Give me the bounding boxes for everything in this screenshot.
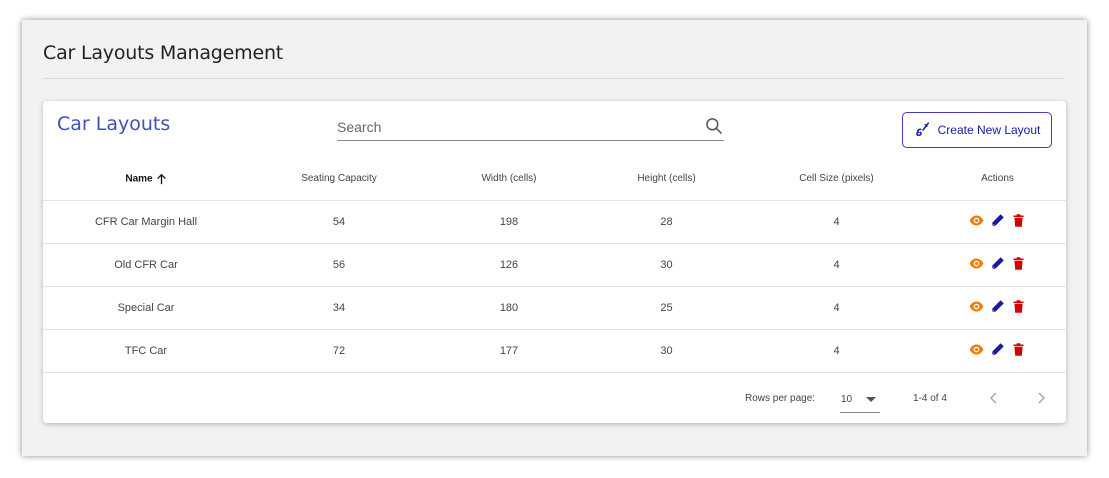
caret-down-icon xyxy=(866,397,876,402)
rows-per-page-label: Rows per page: xyxy=(745,393,816,404)
cell-width: 198 xyxy=(429,200,589,244)
cell-cell-size: 4 xyxy=(744,286,929,330)
cell-seating-capacity: 56 xyxy=(249,243,429,287)
cell-seating-capacity: 34 xyxy=(249,286,429,330)
pencil-icon[interactable] xyxy=(990,342,1005,357)
trash-icon[interactable] xyxy=(1011,213,1026,228)
trash-icon[interactable] xyxy=(1011,342,1026,357)
cell-name: Old CFR Car xyxy=(43,243,249,287)
pencil-icon[interactable] xyxy=(990,299,1005,314)
cell-width: 177 xyxy=(429,329,589,373)
search-icon[interactable] xyxy=(704,116,724,136)
cell-actions xyxy=(929,329,1066,373)
pencil-icon[interactable] xyxy=(990,256,1005,271)
cell-cell-size: 4 xyxy=(744,329,929,373)
broom-icon xyxy=(915,122,929,137)
rows-per-page-value: 10 xyxy=(841,394,853,405)
search-field xyxy=(337,113,724,141)
column-header-width[interactable]: Width (cells) xyxy=(429,158,589,201)
cell-height: 25 xyxy=(589,286,744,330)
column-header-cell-size[interactable]: Cell Size (pixels) xyxy=(744,158,929,201)
cell-width: 180 xyxy=(429,286,589,330)
cell-cell-size: 4 xyxy=(744,243,929,287)
cell-height: 28 xyxy=(589,200,744,244)
cell-seating-capacity: 54 xyxy=(249,200,429,244)
cell-width: 126 xyxy=(429,243,589,287)
page-title: Car Layouts Management xyxy=(43,42,284,64)
table-row: TFC Car 72 177 30 4 xyxy=(43,329,1066,373)
column-header-seating-capacity[interactable]: Seating Capacity xyxy=(249,158,429,201)
cell-actions xyxy=(929,200,1066,244)
eye-icon[interactable] xyxy=(969,213,984,228)
trash-icon[interactable] xyxy=(1011,299,1026,314)
chevron-right-icon[interactable] xyxy=(1033,388,1049,408)
cell-height: 30 xyxy=(589,243,744,287)
cell-height: 30 xyxy=(589,329,744,373)
eye-icon[interactable] xyxy=(969,342,984,357)
table-pagination: Rows per page: 10 1-4 of 4 xyxy=(43,373,1066,423)
cell-actions xyxy=(929,286,1066,330)
chevron-left-icon[interactable] xyxy=(986,388,1002,408)
table-row: Old CFR Car 56 126 30 4 xyxy=(43,243,1066,287)
car-layouts-table: Name Seating Capacity Width (cells) Heig… xyxy=(43,158,1066,373)
pagination-range: 1-4 of 4 xyxy=(913,393,947,404)
create-new-layout-button[interactable]: Create New Layout xyxy=(902,112,1052,148)
eye-icon[interactable] xyxy=(969,299,984,314)
rows-per-page-select[interactable]: 10 xyxy=(840,387,880,413)
eye-icon[interactable] xyxy=(969,256,984,271)
car-layouts-card: Car Layouts Create New Layout Name Seati… xyxy=(43,101,1066,423)
pencil-icon[interactable] xyxy=(990,213,1005,228)
cell-actions xyxy=(929,243,1066,287)
cell-name: CFR Car Margin Hall xyxy=(43,200,249,244)
table-row: CFR Car Margin Hall 54 198 28 4 xyxy=(43,200,1066,244)
arrow-up-icon[interactable] xyxy=(156,173,167,185)
column-header-height[interactable]: Height (cells) xyxy=(589,158,744,201)
table-header-row: Name Seating Capacity Width (cells) Heig… xyxy=(43,158,1066,201)
cell-name: Special Car xyxy=(43,286,249,330)
cell-cell-size: 4 xyxy=(744,200,929,244)
column-header-actions: Actions xyxy=(929,158,1066,201)
card-title: Car Layouts xyxy=(57,113,171,135)
table-row: Special Car 34 180 25 4 xyxy=(43,286,1066,330)
cell-name: TFC Car xyxy=(43,329,249,373)
app-frame: Car Layouts Management Car Layouts Creat… xyxy=(22,20,1087,456)
column-header-name[interactable]: Name xyxy=(43,158,249,201)
title-divider xyxy=(43,78,1065,79)
search-input[interactable] xyxy=(337,113,697,140)
cell-seating-capacity: 72 xyxy=(249,329,429,373)
trash-icon[interactable] xyxy=(1011,256,1026,271)
create-button-label: Create New Layout xyxy=(937,123,1041,137)
